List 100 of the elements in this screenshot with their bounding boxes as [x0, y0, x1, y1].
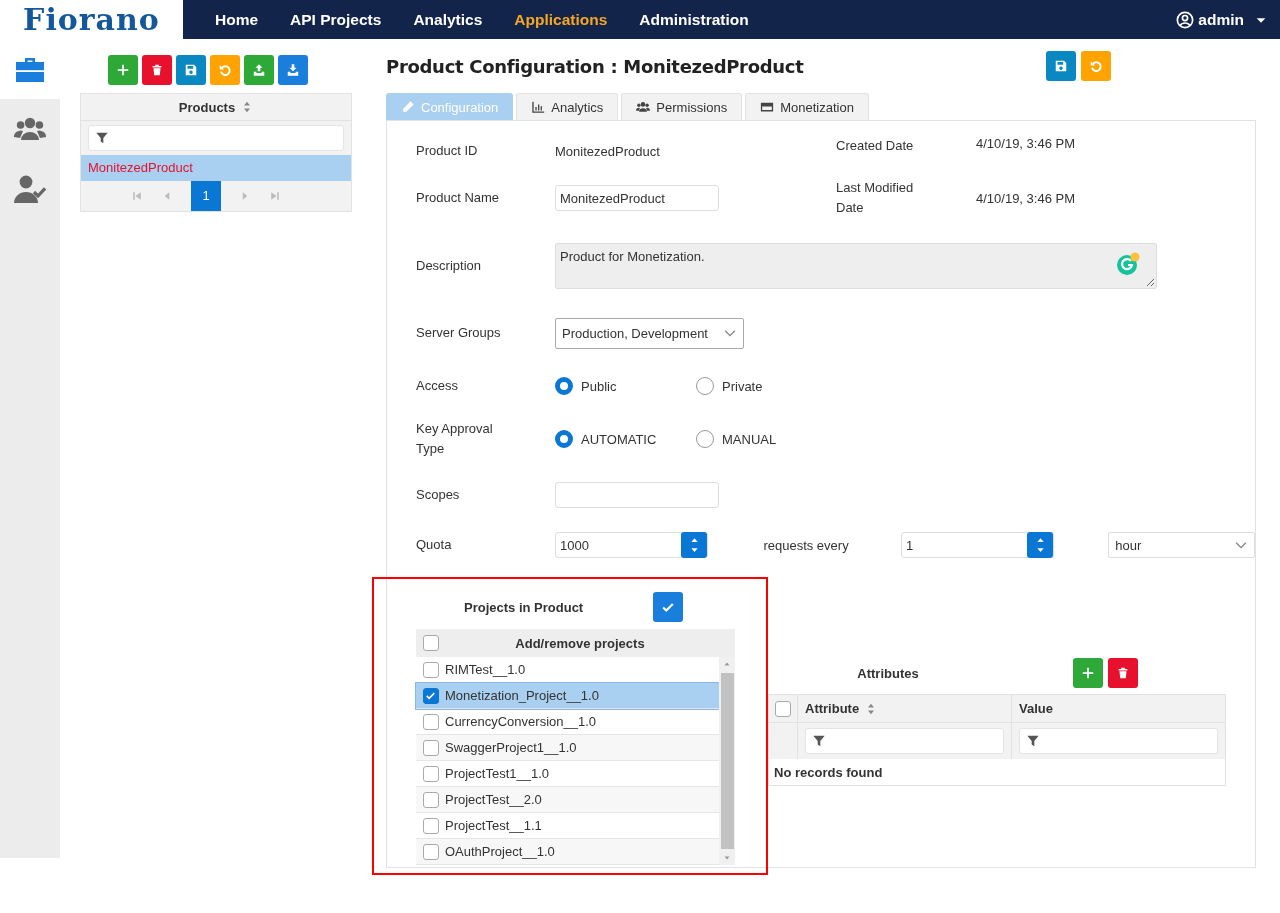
- reset-button[interactable]: [1081, 51, 1111, 81]
- dropdown[interactable]: hour: [1108, 532, 1255, 558]
- checkbox[interactable]: [422, 843, 439, 860]
- last-page-icon[interactable]: [269, 190, 281, 202]
- radio-option[interactable]: Public: [555, 377, 696, 395]
- trash-icon: [150, 63, 164, 77]
- number-input[interactable]: 1: [900, 532, 1055, 558]
- field-label: Access: [416, 377, 459, 395]
- field-value: 4/10/19, 3:46 PM: [976, 136, 1075, 151]
- scrollbar[interactable]: [719, 657, 735, 865]
- field-label: Key Approval Type: [416, 420, 494, 458]
- page-title: Product Configuration : MonitezedProduct: [386, 55, 804, 77]
- delete-button[interactable]: [142, 55, 172, 85]
- field-label: Last Modified Date: [836, 179, 915, 217]
- column-header[interactable]: Value: [1019, 701, 1053, 716]
- field-label: Created Date: [836, 137, 915, 155]
- project-name: RIMTest__1.0: [445, 662, 526, 677]
- checkbox[interactable]: [422, 817, 439, 834]
- user-icon: [1176, 10, 1195, 29]
- radio-button[interactable]: [555, 377, 573, 395]
- reset-button[interactable]: [210, 55, 240, 85]
- check-icon: [425, 690, 436, 701]
- bar-chart-icon: [531, 100, 546, 114]
- filter-icon: [812, 734, 826, 748]
- filter-icon: [1026, 734, 1040, 748]
- dropdown[interactable]: Production, Development: [555, 317, 744, 349]
- checkbox[interactable]: [775, 700, 791, 717]
- add-button[interactable]: [108, 55, 138, 85]
- empty-message: No records found: [774, 764, 883, 780]
- radio-option[interactable]: Private: [696, 377, 837, 395]
- save-button[interactable]: [1046, 51, 1076, 81]
- project-row[interactable]: SwaggerProject1__1.0: [416, 735, 719, 761]
- project-row[interactable]: CurrencyConversion__1.0: [416, 709, 719, 735]
- tab[interactable]: Monetization: [745, 93, 869, 120]
- section-title: Attributes: [856, 665, 920, 681]
- radio-button[interactable]: [555, 430, 573, 448]
- save-icon: [1054, 59, 1068, 73]
- radio-option[interactable]: AUTOMATIC: [555, 430, 696, 448]
- field-label: Product Name: [416, 189, 501, 207]
- project-name: SwaggerProject1__1.0: [445, 740, 577, 755]
- checkbox[interactable]: [422, 687, 439, 704]
- project-name: Monetization_Project__1.0: [445, 688, 599, 703]
- confirm-button[interactable]: [653, 592, 684, 622]
- checkbox[interactable]: [422, 739, 439, 756]
- section-title: Projects in Product: [464, 599, 584, 615]
- save-button[interactable]: [176, 55, 206, 85]
- first-page-icon[interactable]: [131, 190, 143, 202]
- resize-grip-icon[interactable]: [1145, 277, 1155, 287]
- download-icon: [286, 63, 300, 77]
- add-button[interactable]: [1073, 658, 1103, 688]
- undo-icon: [1089, 59, 1103, 73]
- column-header[interactable]: Attribute: [805, 701, 860, 716]
- spinner-button[interactable]: [1027, 532, 1054, 558]
- plus-icon: [116, 63, 130, 77]
- project-name: ProjectTest1__1.0: [445, 766, 550, 781]
- grammar-checker-icon[interactable]: [1116, 252, 1140, 276]
- filter-field[interactable]: [805, 728, 1004, 754]
- download-button[interactable]: [278, 55, 308, 85]
- column-header: Add/remove projects: [514, 635, 646, 651]
- page-button[interactable]: 1: [191, 181, 221, 211]
- upload-button[interactable]: [244, 55, 274, 85]
- text-area[interactable]: Product for Monetization.: [555, 243, 1157, 289]
- project-name: ProjectTest__1.1: [445, 818, 542, 833]
- input-field[interactable]: MonitezedProduct: [555, 185, 719, 211]
- checkbox[interactable]: [422, 713, 439, 730]
- tab[interactable]: Permissions: [621, 93, 743, 120]
- checkbox[interactable]: [422, 661, 439, 678]
- nav-link[interactable]: Home: [215, 10, 259, 29]
- checkbox[interactable]: [422, 765, 439, 782]
- project-row[interactable]: OAuthProject__1.0: [416, 839, 719, 865]
- field-label: Description: [416, 257, 483, 275]
- save-icon: [184, 63, 198, 77]
- radio-option[interactable]: MANUAL: [696, 430, 837, 448]
- text-area-value: Product for Monetization.: [560, 249, 705, 264]
- card-icon: [760, 100, 775, 114]
- input-field[interactable]: [555, 482, 719, 508]
- field-label: Product ID: [416, 142, 479, 160]
- undo-icon: [218, 63, 232, 77]
- project-row[interactable]: Monetization_Project__1.0: [416, 683, 719, 709]
- field-value: MonitezedProduct: [555, 143, 661, 159]
- nav-link[interactable]: Applications: [514, 10, 608, 29]
- column-header[interactable]: Products: [178, 99, 236, 115]
- filter-field[interactable]: [1019, 728, 1218, 754]
- nav-link[interactable]: Administration: [639, 10, 749, 29]
- tab[interactable]: Analytics: [516, 93, 619, 120]
- delete-button[interactable]: [1108, 658, 1138, 688]
- checkbox[interactable]: [422, 635, 439, 651]
- upload-icon: [252, 63, 266, 77]
- field-label: Quota: [416, 536, 453, 554]
- filter-icon: [95, 131, 109, 145]
- checkbox[interactable]: [422, 791, 439, 808]
- users-icon: [636, 100, 651, 114]
- number-input[interactable]: 1000: [555, 532, 709, 558]
- plus-icon: [1081, 666, 1095, 680]
- nav-link[interactable]: Analytics: [413, 10, 483, 29]
- project-row[interactable]: ProjectTest__2.0: [416, 787, 719, 813]
- user-menu[interactable]: admin: [1170, 9, 1274, 30]
- nav-link[interactable]: API Projects: [290, 10, 382, 29]
- filter-field[interactable]: [88, 125, 344, 151]
- spinner-button[interactable]: [681, 532, 708, 558]
